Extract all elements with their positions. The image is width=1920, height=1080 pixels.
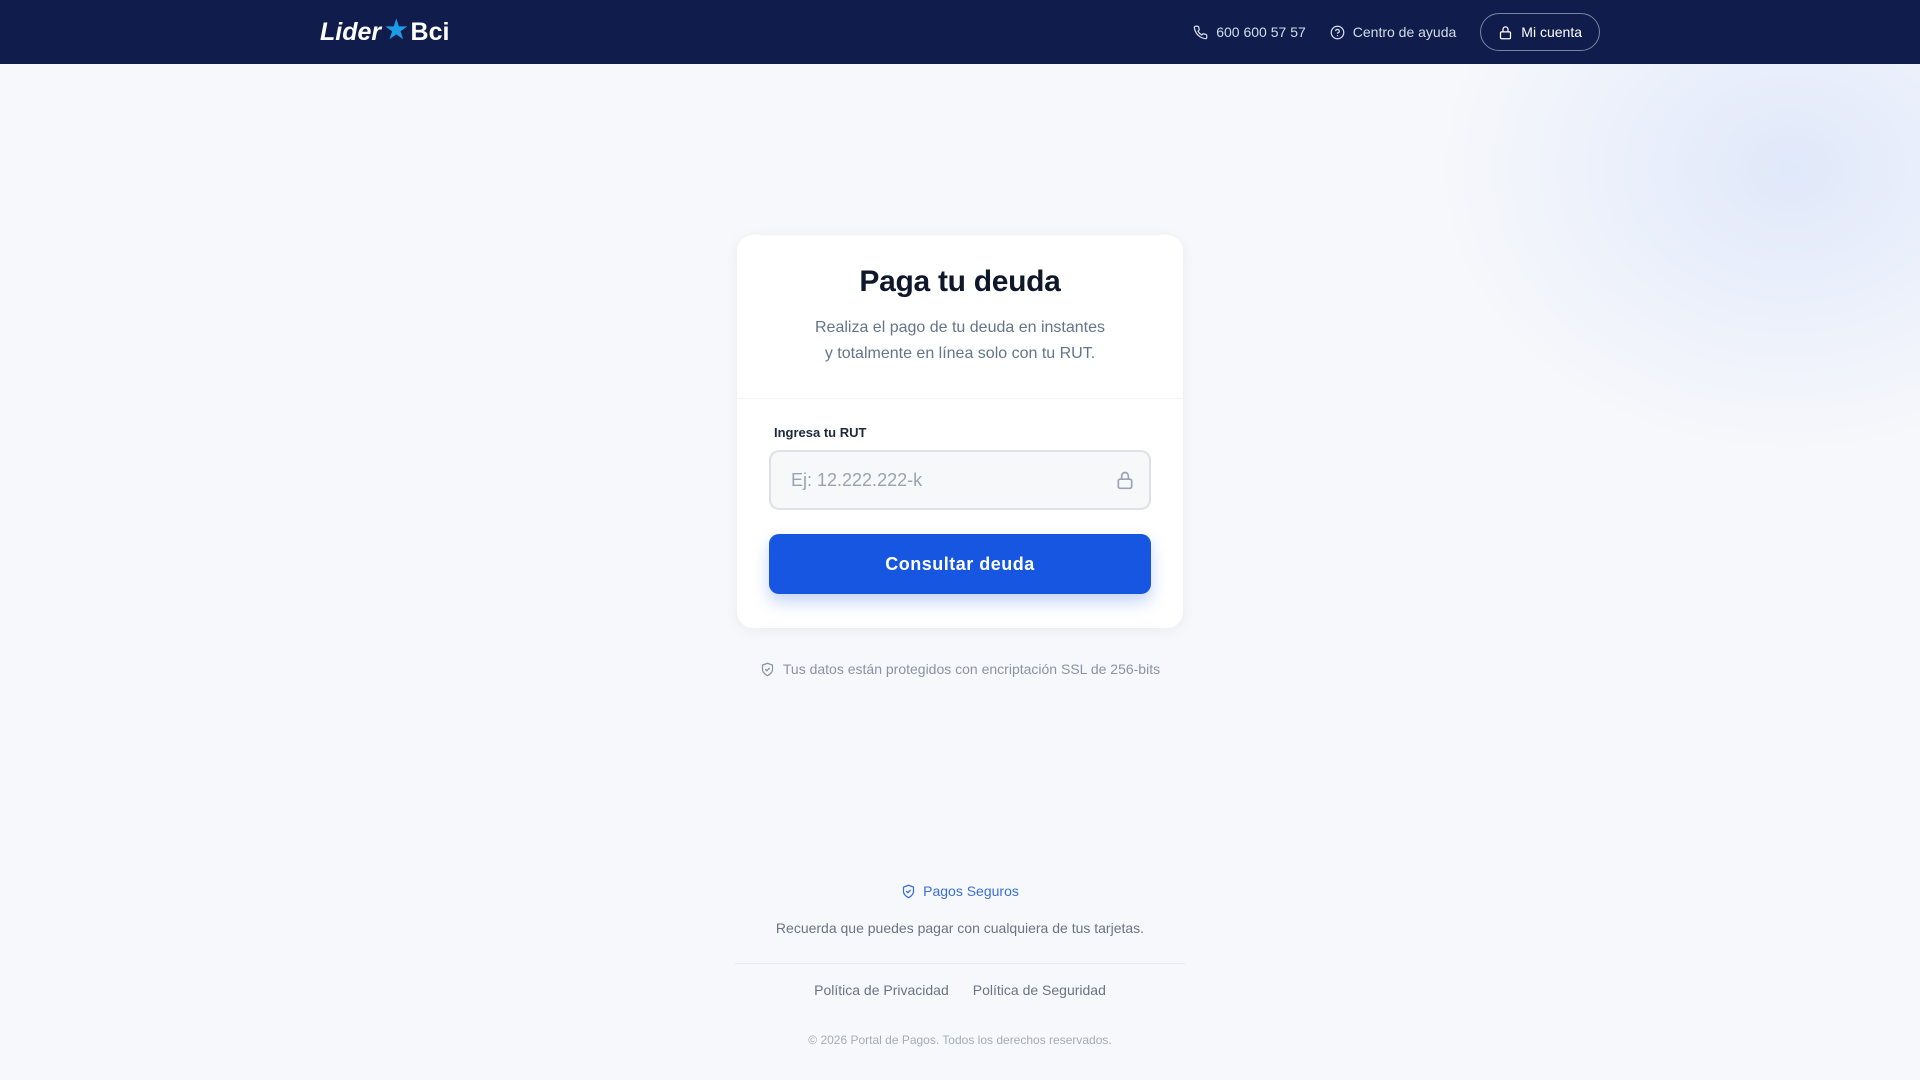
consult-debt-button[interactable]: Consultar deuda <box>769 534 1151 594</box>
privacy-policy-link[interactable]: Política de Privacidad <box>814 982 949 998</box>
card-body: Ingresa tu RUT Consultar deuda <box>737 425 1183 594</box>
page-subtitle: Realiza el pago de tu deuda en instantes… <box>737 315 1183 367</box>
lock-icon <box>1117 471 1133 490</box>
top-navbar: Lider ★ Bci 600 600 57 57 Centro de ayud… <box>0 0 1920 64</box>
rut-input-wrapper <box>769 450 1151 510</box>
phone-number: 600 600 57 57 <box>1216 24 1306 40</box>
rut-input[interactable] <box>771 452 1149 508</box>
security-policy-link[interactable]: Política de Seguridad <box>973 982 1106 998</box>
my-account-label: Mi cuenta <box>1521 24 1582 40</box>
brand-logo[interactable]: Lider ★ Bci <box>320 0 449 64</box>
help-center-link[interactable]: Centro de ayuda <box>1330 24 1457 40</box>
shield-check-icon <box>761 662 774 676</box>
lock-icon <box>1500 25 1512 39</box>
footer-divider <box>735 963 1185 964</box>
shield-check-icon <box>903 884 915 898</box>
help-center-label: Centro de ayuda <box>1352 24 1457 40</box>
ssl-security-note: Tus datos están protegidos con encriptac… <box>0 661 1920 677</box>
footer-cards-note: Recuerda que puedes pagar con cualquiera… <box>775 920 1145 936</box>
secure-payments-badge: Pagos Seguros <box>0 883 1920 899</box>
rut-field-label: Ingresa tu RUT <box>774 425 867 440</box>
subtitle-line-2: y totalmente en línea solo con tu RUT. <box>824 345 1096 362</box>
phone-link[interactable]: 600 600 57 57 <box>1193 24 1306 40</box>
subtitle-line-1: Realiza el pago de tu deuda en instantes <box>815 319 1105 336</box>
header-actions: 600 600 57 57 Centro de ayuda Mi cuenta <box>1193 0 1600 64</box>
ssl-note-text: Tus datos están protegidos con encriptac… <box>782 661 1161 677</box>
logo-text-bci: Bci <box>410 17 450 46</box>
my-account-button[interactable]: Mi cuenta <box>1480 13 1600 51</box>
page-title: Paga tu deuda <box>859 265 1061 298</box>
phone-icon <box>1193 25 1208 39</box>
copyright-text: © 2026 Portal de Pagos. Todos los derech… <box>808 1033 1112 1047</box>
logo-text-lider: Lider <box>320 17 382 46</box>
star-icon: ★ <box>385 16 408 44</box>
payment-card: Paga tu deuda Realiza el pago de tu deud… <box>737 235 1183 628</box>
secure-payments-label: Pagos Seguros <box>923 883 1019 899</box>
help-circle-icon <box>1330 25 1345 39</box>
background-glow <box>1400 64 1920 484</box>
footer-links: Política de Privacidad Política de Segur… <box>0 982 1920 998</box>
card-header: Paga tu deuda Realiza el pago de tu deud… <box>737 235 1183 399</box>
